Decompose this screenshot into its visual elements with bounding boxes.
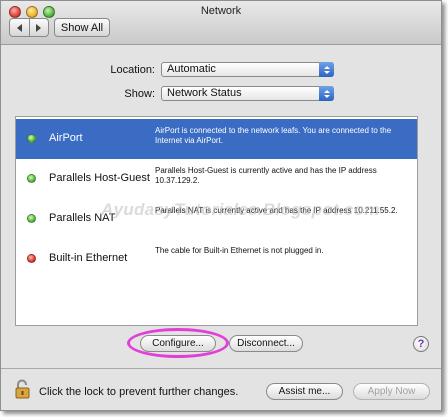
show-popup[interactable]: Network Status xyxy=(161,86,334,101)
network-status-list: AirPort AirPort is connected to the netw… xyxy=(15,116,418,326)
lock-text: Click the lock to prevent further change… xyxy=(39,386,239,398)
network-preferences-window: Network Show All Location: Automatic Sho… xyxy=(0,0,442,411)
forward-arrow-icon xyxy=(36,23,42,32)
window-title: Network xyxy=(200,5,242,17)
status-green-icon xyxy=(27,214,36,223)
location-popup[interactable]: Automatic xyxy=(161,62,334,77)
configure-button[interactable]: Configure... xyxy=(140,335,216,352)
forward-button[interactable] xyxy=(28,19,49,36)
status-green-icon xyxy=(27,174,36,183)
list-item-built-in-ethernet[interactable]: Built-in Ethernet The cable for Built-in… xyxy=(16,239,417,279)
unlocked-padlock-icon[interactable] xyxy=(15,379,31,399)
show-all-button[interactable]: Show All xyxy=(54,18,110,37)
status-green-icon xyxy=(27,134,36,143)
list-item-parallels-host-guest[interactable]: Parallels Host-Guest Parallels Host-Gues… xyxy=(16,159,417,199)
popup-arrows-icon xyxy=(319,86,334,101)
popup-arrows-icon xyxy=(319,62,334,77)
connection-description: Parallels Host-Guest is currently active… xyxy=(155,166,377,185)
location-value: Automatic xyxy=(167,63,216,75)
title-bar: Network Show All xyxy=(1,1,441,45)
connection-description: The cable for Built-in Ethernet is not p… xyxy=(155,246,324,255)
watermark: AyudasyTutoriales.Blogspot.com xyxy=(101,200,380,219)
connection-name: AirPort xyxy=(49,132,83,144)
connection-name: Built-in Ethernet xyxy=(49,252,128,264)
divider xyxy=(1,368,441,369)
nav-buttons xyxy=(9,18,49,37)
list-item-airport[interactable]: AirPort AirPort is connected to the netw… xyxy=(16,119,417,159)
show-value: Network Status xyxy=(167,87,242,99)
status-red-icon xyxy=(27,254,36,263)
assist-me-button[interactable]: Assist me... xyxy=(266,383,343,400)
connection-name: Parallels Host-Guest xyxy=(49,172,150,184)
back-arrow-icon xyxy=(16,23,22,32)
location-label: Location: xyxy=(110,64,155,76)
back-button[interactable] xyxy=(10,19,29,36)
connection-description: AirPort is connected to the network leaf… xyxy=(155,126,392,145)
disconnect-button[interactable]: Disconnect... xyxy=(229,335,303,352)
show-label: Show: xyxy=(124,88,155,100)
apply-now-button[interactable]: Apply Now xyxy=(353,383,430,400)
help-button[interactable]: ? xyxy=(413,336,429,352)
